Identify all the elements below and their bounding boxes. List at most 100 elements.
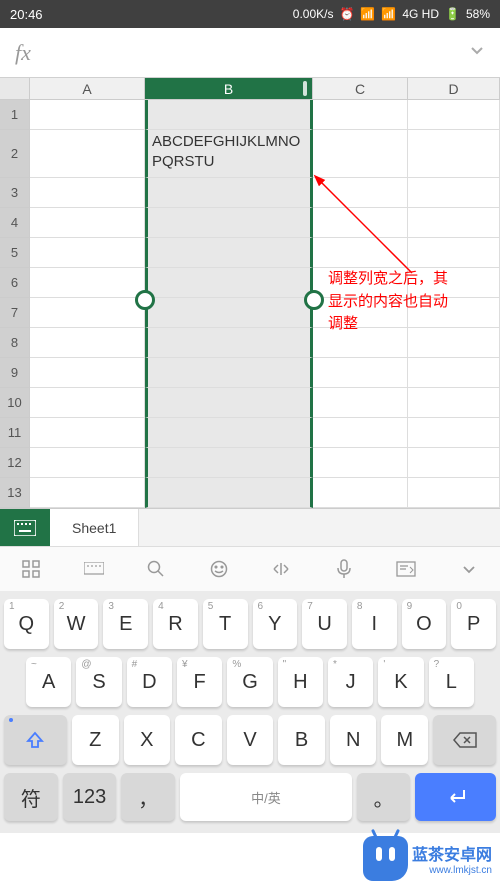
cell[interactable] xyxy=(408,418,500,448)
cell[interactable] xyxy=(145,268,313,298)
row-header[interactable]: 9 xyxy=(0,358,30,388)
cell[interactable] xyxy=(313,418,408,448)
key-h[interactable]: "H xyxy=(278,657,323,707)
cell[interactable] xyxy=(30,178,145,208)
keyboard-toggle-button[interactable] xyxy=(0,509,50,546)
cell[interactable] xyxy=(30,448,145,478)
col-header-d[interactable]: D xyxy=(408,78,500,100)
cell[interactable] xyxy=(408,388,500,418)
col-header-a[interactable]: A xyxy=(30,78,145,100)
cell[interactable] xyxy=(408,130,500,178)
row-header[interactable]: 5 xyxy=(0,238,30,268)
selection-handle-left[interactable] xyxy=(135,290,155,310)
cell[interactable] xyxy=(145,358,313,388)
col-header-c[interactable]: C xyxy=(313,78,408,100)
row-header[interactable]: 2 xyxy=(0,130,30,178)
row-header[interactable]: 13 xyxy=(0,478,30,508)
key-a[interactable]: ~A xyxy=(26,657,71,707)
symbol-key[interactable]: 符 xyxy=(4,773,58,821)
key-d[interactable]: #D xyxy=(127,657,172,707)
cell[interactable] xyxy=(313,478,408,508)
formula-bar[interactable]: fx xyxy=(0,28,500,78)
cell[interactable] xyxy=(313,208,408,238)
cell[interactable] xyxy=(313,448,408,478)
cell[interactable] xyxy=(30,478,145,508)
row-header[interactable]: 7 xyxy=(0,298,30,328)
cell[interactable] xyxy=(145,448,313,478)
cell[interactable] xyxy=(145,208,313,238)
key-g[interactable]: %G xyxy=(227,657,272,707)
key-y[interactable]: 6Y xyxy=(253,599,298,649)
emoji-icon[interactable] xyxy=(207,557,231,581)
cell[interactable] xyxy=(145,298,313,328)
key-m[interactable]: M xyxy=(381,715,428,765)
key-v[interactable]: V xyxy=(227,715,274,765)
key-i[interactable]: 8I xyxy=(352,599,397,649)
key-z[interactable]: Z xyxy=(72,715,119,765)
key-w[interactable]: 2W xyxy=(54,599,99,649)
cell[interactable] xyxy=(313,388,408,418)
cursor-icon[interactable] xyxy=(269,557,293,581)
row-header[interactable]: 12 xyxy=(0,448,30,478)
shift-key[interactable] xyxy=(4,715,67,765)
chevron-down-icon[interactable] xyxy=(469,42,485,63)
row-header[interactable]: 3 xyxy=(0,178,30,208)
cell[interactable] xyxy=(408,178,500,208)
key-q[interactable]: 1Q xyxy=(4,599,49,649)
key-k[interactable]: 'K xyxy=(378,657,423,707)
key-j[interactable]: *J xyxy=(328,657,373,707)
key-e[interactable]: 3E xyxy=(103,599,148,649)
ime-keyboard-icon[interactable] xyxy=(82,557,106,581)
select-all-cell[interactable] xyxy=(0,78,30,100)
backspace-key[interactable] xyxy=(433,715,496,765)
selection-handle-right[interactable] xyxy=(304,290,324,310)
key-o[interactable]: 9O xyxy=(402,599,447,649)
sheet-tab[interactable]: Sheet1 xyxy=(50,509,139,546)
number-key[interactable]: 123 xyxy=(63,773,117,821)
key-x[interactable]: X xyxy=(124,715,171,765)
cell[interactable] xyxy=(313,178,408,208)
search-icon[interactable] xyxy=(144,557,168,581)
row-header[interactable]: 10 xyxy=(0,388,30,418)
cell[interactable] xyxy=(313,358,408,388)
row-header[interactable]: 8 xyxy=(0,328,30,358)
key-s[interactable]: @S xyxy=(76,657,121,707)
ime-apps-icon[interactable] xyxy=(19,557,43,581)
enter-key[interactable] xyxy=(415,773,496,821)
cell[interactable] xyxy=(408,238,500,268)
cell[interactable] xyxy=(30,388,145,418)
cell[interactable] xyxy=(30,268,145,298)
key-t[interactable]: 5T xyxy=(203,599,248,649)
row-header[interactable]: 6 xyxy=(0,268,30,298)
cell[interactable]: ABCDEFGHIJKLMNOPQRSTU xyxy=(145,130,313,178)
cell[interactable] xyxy=(145,478,313,508)
period-key[interactable]: 。 xyxy=(357,773,411,821)
key-f[interactable]: ¥F xyxy=(177,657,222,707)
voice-icon[interactable] xyxy=(332,557,356,581)
spacebar-key[interactable]: 中/英 xyxy=(180,773,352,821)
row-header[interactable]: 11 xyxy=(0,418,30,448)
key-c[interactable]: C xyxy=(175,715,222,765)
cell[interactable] xyxy=(313,100,408,130)
cell[interactable] xyxy=(30,208,145,238)
cell[interactable] xyxy=(30,238,145,268)
cell[interactable] xyxy=(408,448,500,478)
collapse-icon[interactable] xyxy=(457,557,481,581)
cell[interactable] xyxy=(313,130,408,178)
cell[interactable] xyxy=(408,478,500,508)
row-header[interactable]: 4 xyxy=(0,208,30,238)
key-p[interactable]: 0P xyxy=(451,599,496,649)
key-b[interactable]: B xyxy=(278,715,325,765)
cell[interactable] xyxy=(30,100,145,130)
cell[interactable] xyxy=(30,358,145,388)
cell[interactable] xyxy=(30,418,145,448)
cell[interactable] xyxy=(145,178,313,208)
cell[interactable] xyxy=(145,328,313,358)
cell[interactable] xyxy=(30,130,145,178)
cell[interactable] xyxy=(145,100,313,130)
row-header[interactable]: 1 xyxy=(0,100,30,130)
col-header-b[interactable]: B xyxy=(145,78,313,100)
cell[interactable] xyxy=(145,418,313,448)
clipboard-icon[interactable] xyxy=(394,557,418,581)
cell[interactable] xyxy=(145,388,313,418)
